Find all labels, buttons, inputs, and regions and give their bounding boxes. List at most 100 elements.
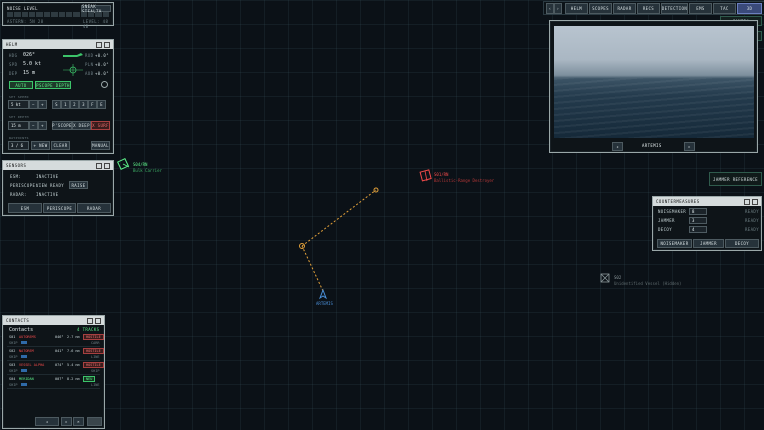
depth-down-button[interactable]: − bbox=[29, 121, 38, 130]
contact-chip[interactable] bbox=[21, 383, 27, 386]
periscope-button[interactable]: PERISCOPE bbox=[43, 203, 76, 213]
deploy-jammer-button[interactable]: JAMMER bbox=[693, 239, 724, 248]
contact-row[interactable]: S04 MERIDAN 007° 8.2 nm SHIP LINE NEU bbox=[7, 376, 100, 389]
compass-toggle-icon[interactable] bbox=[101, 81, 108, 88]
nav-helm-button[interactable]: HELM bbox=[565, 3, 588, 14]
contact-sub: LINE bbox=[91, 355, 100, 359]
bell-stop-button[interactable]: S bbox=[52, 100, 61, 109]
countermeasures-header[interactable]: COUNTERMEASURES bbox=[653, 197, 761, 206]
nav-tac-button[interactable]: TAC bbox=[713, 3, 736, 14]
nav-ems-button[interactable]: EMS bbox=[689, 3, 712, 14]
waypoints-section-label: WAYPOINTS bbox=[9, 136, 29, 140]
deploy-noisemaker-button[interactable]: NOISEMAKER bbox=[657, 239, 692, 248]
view-navbar: ‹ › HELM SCOPES RADAR RECS DETECTION EMS… bbox=[543, 1, 764, 15]
auto-button[interactable]: AUTO bbox=[9, 81, 33, 89]
window-controls[interactable] bbox=[96, 162, 110, 169]
hdg-label: HDG bbox=[9, 53, 18, 58]
own-ship-label: ARTEMIS bbox=[316, 301, 333, 306]
nav-back-button[interactable]: ‹ bbox=[546, 3, 554, 14]
nav-forward-button[interactable]: › bbox=[554, 3, 562, 14]
contact-bearing: 007° bbox=[55, 377, 64, 381]
bell-1-button[interactable]: 1 bbox=[61, 100, 70, 109]
contact-row[interactable]: S03 VESSEL ALPHA 074° 5.4 nm SHIP SHIP HOSTILE bbox=[7, 362, 104, 375]
contacts-count: 4 TRACKS bbox=[77, 327, 100, 332]
helm-header[interactable]: HELM bbox=[3, 40, 113, 49]
waypoints-counter: 3 / 6 bbox=[8, 141, 29, 150]
raise-periscope-button[interactable]: RAISE bbox=[69, 181, 88, 189]
contacts-header[interactable]: CONTACTS bbox=[3, 316, 104, 325]
periscope-depth-button[interactable]: PSCOPE DEPTH bbox=[35, 81, 71, 89]
contact-tag[interactable]: HOSTILE bbox=[83, 348, 104, 354]
jammer-reference-button[interactable]: JAMMER REFERENCE bbox=[709, 172, 762, 186]
contact-name: VESSEL ALPHA bbox=[19, 363, 45, 367]
contact-class: SHIP bbox=[9, 341, 18, 345]
contacts-next-button[interactable]: ▸ bbox=[61, 417, 72, 426]
contact-name: NATOREM bbox=[19, 349, 34, 353]
speed-up-button[interactable]: + bbox=[38, 100, 47, 109]
contacts-title: CONTACTS bbox=[6, 318, 30, 323]
pln-label: PLN bbox=[85, 62, 94, 67]
contact-sub: CARR bbox=[91, 341, 100, 345]
contact-row[interactable]: S01 AUTOREMS 046° 2.7 nm SHIP CARR HOSTILE bbox=[7, 334, 104, 347]
neutral-contact-icon[interactable] bbox=[117, 158, 130, 170]
depth-up-button[interactable]: + bbox=[38, 121, 47, 130]
contact-chip[interactable] bbox=[21, 355, 27, 358]
speed-down-button[interactable]: − bbox=[29, 100, 38, 109]
contact-chip[interactable] bbox=[21, 369, 27, 372]
contacts-close-button[interactable]: ✕ bbox=[73, 417, 84, 426]
bell-full-button[interactable]: F bbox=[88, 100, 97, 109]
camera-panel: ◂ ARTEMIS ▸ bbox=[549, 20, 758, 153]
camera-target-label: ARTEMIS bbox=[642, 143, 662, 148]
contact-class: SHIP bbox=[9, 355, 18, 359]
contact-row[interactable]: S02 NATOREM 041° 7.6 nm SHIP LINE HOSTILE bbox=[7, 348, 104, 361]
manual-button[interactable]: MANUAL bbox=[91, 141, 110, 150]
periscope-depth-preset-button[interactable]: P'SCOPE bbox=[52, 121, 72, 130]
contact-tag[interactable]: HOSTILE bbox=[83, 362, 104, 368]
noisemaker-label: NOISEMAKER bbox=[658, 209, 687, 214]
unknown-contact-icon[interactable] bbox=[600, 273, 610, 283]
nav-recs-button[interactable]: RECS bbox=[637, 3, 660, 14]
window-controls[interactable] bbox=[744, 198, 758, 205]
camera-prev-button[interactable]: ◂ bbox=[612, 142, 623, 151]
contacts-extra-button[interactable] bbox=[87, 417, 102, 426]
sensors-panel: SENSORS ESM: INACTIVE PERISCOPE: VIEW RE… bbox=[2, 160, 114, 216]
decoy-count: 4 bbox=[689, 226, 707, 233]
hostile-contact-icon[interactable] bbox=[419, 169, 432, 182]
depth-value-field[interactable]: 15 m bbox=[8, 121, 29, 130]
window-controls[interactable] bbox=[87, 317, 101, 324]
nav-scopes-button[interactable]: SCOPES bbox=[589, 3, 612, 14]
periscope-view[interactable] bbox=[554, 26, 754, 138]
window-controls[interactable] bbox=[96, 41, 110, 48]
contact-class: SHIP bbox=[9, 383, 18, 387]
nav-3d-button[interactable]: 3D bbox=[737, 3, 762, 14]
surface-preset-button[interactable]: X SURF bbox=[91, 121, 110, 130]
speed-value-field[interactable]: 5 kt bbox=[8, 100, 29, 109]
nav-detection-button[interactable]: DETECTION bbox=[661, 3, 688, 14]
esm-button[interactable]: ESM bbox=[8, 203, 42, 213]
clear-waypoints-button[interactable]: CLEAR bbox=[51, 141, 70, 150]
contact-name: AUTOREMS bbox=[19, 335, 36, 339]
hostile-contact-desc: Ballistic-Range Destroyer bbox=[434, 178, 495, 183]
contacts-panel: CONTACTS Contacts 4 TRACKS S01 AUTOREMS 04… bbox=[2, 315, 105, 429]
camera-next-button[interactable]: ▸ bbox=[684, 142, 695, 151]
bell-3-button[interactable]: 3 bbox=[79, 100, 88, 109]
bell-emergency-button[interactable]: E bbox=[97, 100, 106, 109]
deploy-decoy-button[interactable]: DECOY bbox=[725, 239, 759, 248]
contact-chip[interactable] bbox=[21, 341, 27, 344]
unknown-contact-desc: Unidentified Vessel (Hidden) bbox=[614, 281, 682, 286]
radar-button[interactable]: RADAR bbox=[77, 203, 111, 213]
new-waypoint-button[interactable]: + NEW bbox=[31, 141, 50, 150]
contact-tag[interactable]: NEU bbox=[83, 376, 96, 382]
contact-bearing: 041° bbox=[55, 349, 64, 353]
periscope-status: VIEW READY bbox=[36, 183, 65, 188]
own-ship-icon[interactable] bbox=[318, 288, 328, 300]
sneak-stealth-button[interactable]: SNEAK STEALTH bbox=[81, 4, 111, 14]
contact-tag[interactable]: HOSTILE bbox=[83, 334, 104, 340]
jammer-label: JAMMER bbox=[658, 218, 675, 223]
deep-preset-button[interactable]: X DEEP bbox=[72, 121, 91, 130]
bell-2-button[interactable]: 2 bbox=[70, 100, 79, 109]
sensors-header[interactable]: SENSORS bbox=[3, 161, 113, 170]
contacts-prev-button[interactable]: ◂ bbox=[35, 417, 59, 426]
dep-label: DEP bbox=[9, 71, 18, 76]
nav-radar-button[interactable]: RADAR bbox=[613, 3, 636, 14]
